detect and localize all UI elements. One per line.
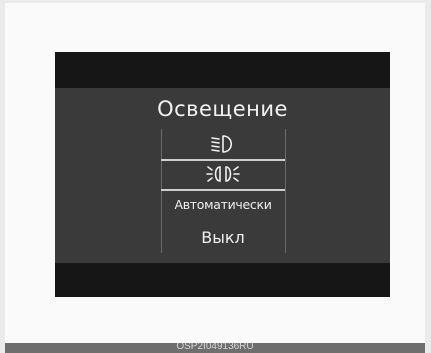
menu-item-parking-lights[interactable] bbox=[161, 163, 285, 189]
parking-lights-icon bbox=[206, 166, 240, 182]
low-beam-headlight-icon bbox=[211, 135, 233, 153]
menu-item-low-beam[interactable] bbox=[161, 133, 285, 159]
image-code: OSP2I049136RU bbox=[176, 343, 254, 352]
menu-item-off[interactable]: Выкл bbox=[161, 228, 285, 247]
caption-bar: OSP2I049136RU bbox=[5, 343, 425, 353]
menu-divider bbox=[161, 189, 285, 191]
menu-divider bbox=[161, 159, 285, 161]
bottom-band bbox=[55, 263, 390, 297]
cluster-display: Освещение Автоматически Выкл bbox=[55, 52, 390, 297]
menu-right-border bbox=[285, 129, 286, 253]
menu-title: Освещение bbox=[157, 97, 288, 121]
top-band bbox=[55, 52, 390, 88]
menu-item-auto[interactable]: Автоматически bbox=[161, 197, 285, 212]
